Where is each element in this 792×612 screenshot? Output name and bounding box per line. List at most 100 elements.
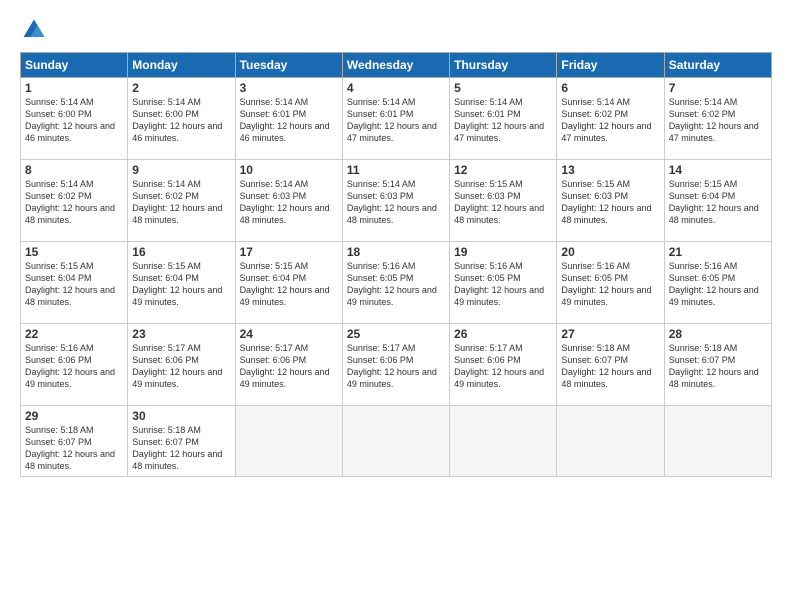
calendar-day-cell: 9Sunrise: 5:14 AMSunset: 6:02 PMDaylight… xyxy=(128,160,235,242)
day-info: Sunrise: 5:14 AMSunset: 6:01 PMDaylight:… xyxy=(240,96,338,145)
day-info: Sunrise: 5:14 AMSunset: 6:02 PMDaylight:… xyxy=(132,178,230,227)
page: SundayMondayTuesdayWednesdayThursdayFrid… xyxy=(0,0,792,612)
header-row: SundayMondayTuesdayWednesdayThursdayFrid… xyxy=(21,53,772,78)
calendar-week-row: 22Sunrise: 5:16 AMSunset: 6:06 PMDayligh… xyxy=(21,324,772,406)
day-info: Sunrise: 5:15 AMSunset: 6:03 PMDaylight:… xyxy=(454,178,552,227)
calendar-day-cell: 15Sunrise: 5:15 AMSunset: 6:04 PMDayligh… xyxy=(21,242,128,324)
calendar-day-cell: 8Sunrise: 5:14 AMSunset: 6:02 PMDaylight… xyxy=(21,160,128,242)
calendar-day-cell xyxy=(664,406,771,477)
calendar-day-cell: 10Sunrise: 5:14 AMSunset: 6:03 PMDayligh… xyxy=(235,160,342,242)
day-info: Sunrise: 5:14 AMSunset: 6:02 PMDaylight:… xyxy=(669,96,767,145)
day-info: Sunrise: 5:18 AMSunset: 6:07 PMDaylight:… xyxy=(132,424,230,473)
day-number: 6 xyxy=(561,81,659,95)
calendar-day-cell: 12Sunrise: 5:15 AMSunset: 6:03 PMDayligh… xyxy=(450,160,557,242)
day-info: Sunrise: 5:14 AMSunset: 6:03 PMDaylight:… xyxy=(347,178,445,227)
day-info: Sunrise: 5:16 AMSunset: 6:05 PMDaylight:… xyxy=(454,260,552,309)
calendar-day-cell: 1Sunrise: 5:14 AMSunset: 6:00 PMDaylight… xyxy=(21,78,128,160)
day-number: 4 xyxy=(347,81,445,95)
day-info: Sunrise: 5:17 AMSunset: 6:06 PMDaylight:… xyxy=(347,342,445,391)
day-info: Sunrise: 5:14 AMSunset: 6:01 PMDaylight:… xyxy=(454,96,552,145)
calendar-day-cell: 11Sunrise: 5:14 AMSunset: 6:03 PMDayligh… xyxy=(342,160,449,242)
weekday-header: Sunday xyxy=(21,53,128,78)
calendar-day-cell: 24Sunrise: 5:17 AMSunset: 6:06 PMDayligh… xyxy=(235,324,342,406)
calendar-week-row: 29Sunrise: 5:18 AMSunset: 6:07 PMDayligh… xyxy=(21,406,772,477)
calendar-day-cell: 26Sunrise: 5:17 AMSunset: 6:06 PMDayligh… xyxy=(450,324,557,406)
day-number: 11 xyxy=(347,163,445,177)
day-info: Sunrise: 5:17 AMSunset: 6:06 PMDaylight:… xyxy=(240,342,338,391)
day-number: 27 xyxy=(561,327,659,341)
calendar-day-cell xyxy=(342,406,449,477)
weekday-header: Tuesday xyxy=(235,53,342,78)
day-number: 10 xyxy=(240,163,338,177)
calendar-day-cell: 7Sunrise: 5:14 AMSunset: 6:02 PMDaylight… xyxy=(664,78,771,160)
header xyxy=(20,16,772,44)
day-info: Sunrise: 5:14 AMSunset: 6:02 PMDaylight:… xyxy=(561,96,659,145)
day-info: Sunrise: 5:14 AMSunset: 6:00 PMDaylight:… xyxy=(132,96,230,145)
day-info: Sunrise: 5:15 AMSunset: 6:04 PMDaylight:… xyxy=(240,260,338,309)
day-info: Sunrise: 5:16 AMSunset: 6:05 PMDaylight:… xyxy=(347,260,445,309)
day-number: 22 xyxy=(25,327,123,341)
day-number: 21 xyxy=(669,245,767,259)
day-number: 3 xyxy=(240,81,338,95)
calendar-week-row: 8Sunrise: 5:14 AMSunset: 6:02 PMDaylight… xyxy=(21,160,772,242)
day-info: Sunrise: 5:14 AMSunset: 6:03 PMDaylight:… xyxy=(240,178,338,227)
day-info: Sunrise: 5:17 AMSunset: 6:06 PMDaylight:… xyxy=(454,342,552,391)
day-number: 5 xyxy=(454,81,552,95)
calendar-day-cell: 3Sunrise: 5:14 AMSunset: 6:01 PMDaylight… xyxy=(235,78,342,160)
day-info: Sunrise: 5:14 AMSunset: 6:01 PMDaylight:… xyxy=(347,96,445,145)
calendar-day-cell xyxy=(235,406,342,477)
day-info: Sunrise: 5:15 AMSunset: 6:04 PMDaylight:… xyxy=(132,260,230,309)
calendar-week-row: 15Sunrise: 5:15 AMSunset: 6:04 PMDayligh… xyxy=(21,242,772,324)
day-number: 18 xyxy=(347,245,445,259)
logo-icon xyxy=(20,16,48,44)
day-number: 7 xyxy=(669,81,767,95)
day-number: 30 xyxy=(132,409,230,423)
weekday-header: Saturday xyxy=(664,53,771,78)
day-number: 20 xyxy=(561,245,659,259)
day-number: 14 xyxy=(669,163,767,177)
day-number: 23 xyxy=(132,327,230,341)
weekday-header: Friday xyxy=(557,53,664,78)
day-info: Sunrise: 5:18 AMSunset: 6:07 PMDaylight:… xyxy=(669,342,767,391)
calendar-day-cell: 13Sunrise: 5:15 AMSunset: 6:03 PMDayligh… xyxy=(557,160,664,242)
calendar-day-cell: 4Sunrise: 5:14 AMSunset: 6:01 PMDaylight… xyxy=(342,78,449,160)
day-info: Sunrise: 5:18 AMSunset: 6:07 PMDaylight:… xyxy=(25,424,123,473)
calendar-table: SundayMondayTuesdayWednesdayThursdayFrid… xyxy=(20,52,772,477)
calendar-day-cell: 23Sunrise: 5:17 AMSunset: 6:06 PMDayligh… xyxy=(128,324,235,406)
day-number: 19 xyxy=(454,245,552,259)
day-info: Sunrise: 5:16 AMSunset: 6:05 PMDaylight:… xyxy=(669,260,767,309)
calendar-day-cell: 17Sunrise: 5:15 AMSunset: 6:04 PMDayligh… xyxy=(235,242,342,324)
calendar-day-cell: 5Sunrise: 5:14 AMSunset: 6:01 PMDaylight… xyxy=(450,78,557,160)
day-number: 16 xyxy=(132,245,230,259)
day-info: Sunrise: 5:15 AMSunset: 6:04 PMDaylight:… xyxy=(25,260,123,309)
calendar-day-cell: 6Sunrise: 5:14 AMSunset: 6:02 PMDaylight… xyxy=(557,78,664,160)
calendar-day-cell: 30Sunrise: 5:18 AMSunset: 6:07 PMDayligh… xyxy=(128,406,235,477)
calendar-day-cell xyxy=(557,406,664,477)
calendar-day-cell xyxy=(450,406,557,477)
day-number: 2 xyxy=(132,81,230,95)
day-number: 12 xyxy=(454,163,552,177)
calendar-day-cell: 29Sunrise: 5:18 AMSunset: 6:07 PMDayligh… xyxy=(21,406,128,477)
day-number: 15 xyxy=(25,245,123,259)
calendar-day-cell: 19Sunrise: 5:16 AMSunset: 6:05 PMDayligh… xyxy=(450,242,557,324)
calendar-day-cell: 16Sunrise: 5:15 AMSunset: 6:04 PMDayligh… xyxy=(128,242,235,324)
calendar-day-cell: 18Sunrise: 5:16 AMSunset: 6:05 PMDayligh… xyxy=(342,242,449,324)
day-info: Sunrise: 5:16 AMSunset: 6:05 PMDaylight:… xyxy=(561,260,659,309)
weekday-header: Wednesday xyxy=(342,53,449,78)
calendar-day-cell: 2Sunrise: 5:14 AMSunset: 6:00 PMDaylight… xyxy=(128,78,235,160)
day-info: Sunrise: 5:14 AMSunset: 6:00 PMDaylight:… xyxy=(25,96,123,145)
day-info: Sunrise: 5:15 AMSunset: 6:04 PMDaylight:… xyxy=(669,178,767,227)
day-info: Sunrise: 5:16 AMSunset: 6:06 PMDaylight:… xyxy=(25,342,123,391)
logo xyxy=(20,16,52,44)
day-number: 29 xyxy=(25,409,123,423)
day-number: 9 xyxy=(132,163,230,177)
calendar-header: SundayMondayTuesdayWednesdayThursdayFrid… xyxy=(21,53,772,78)
calendar-day-cell: 28Sunrise: 5:18 AMSunset: 6:07 PMDayligh… xyxy=(664,324,771,406)
day-number: 13 xyxy=(561,163,659,177)
weekday-header: Thursday xyxy=(450,53,557,78)
day-info: Sunrise: 5:15 AMSunset: 6:03 PMDaylight:… xyxy=(561,178,659,227)
calendar-day-cell: 22Sunrise: 5:16 AMSunset: 6:06 PMDayligh… xyxy=(21,324,128,406)
calendar-day-cell: 21Sunrise: 5:16 AMSunset: 6:05 PMDayligh… xyxy=(664,242,771,324)
day-info: Sunrise: 5:18 AMSunset: 6:07 PMDaylight:… xyxy=(561,342,659,391)
day-number: 26 xyxy=(454,327,552,341)
